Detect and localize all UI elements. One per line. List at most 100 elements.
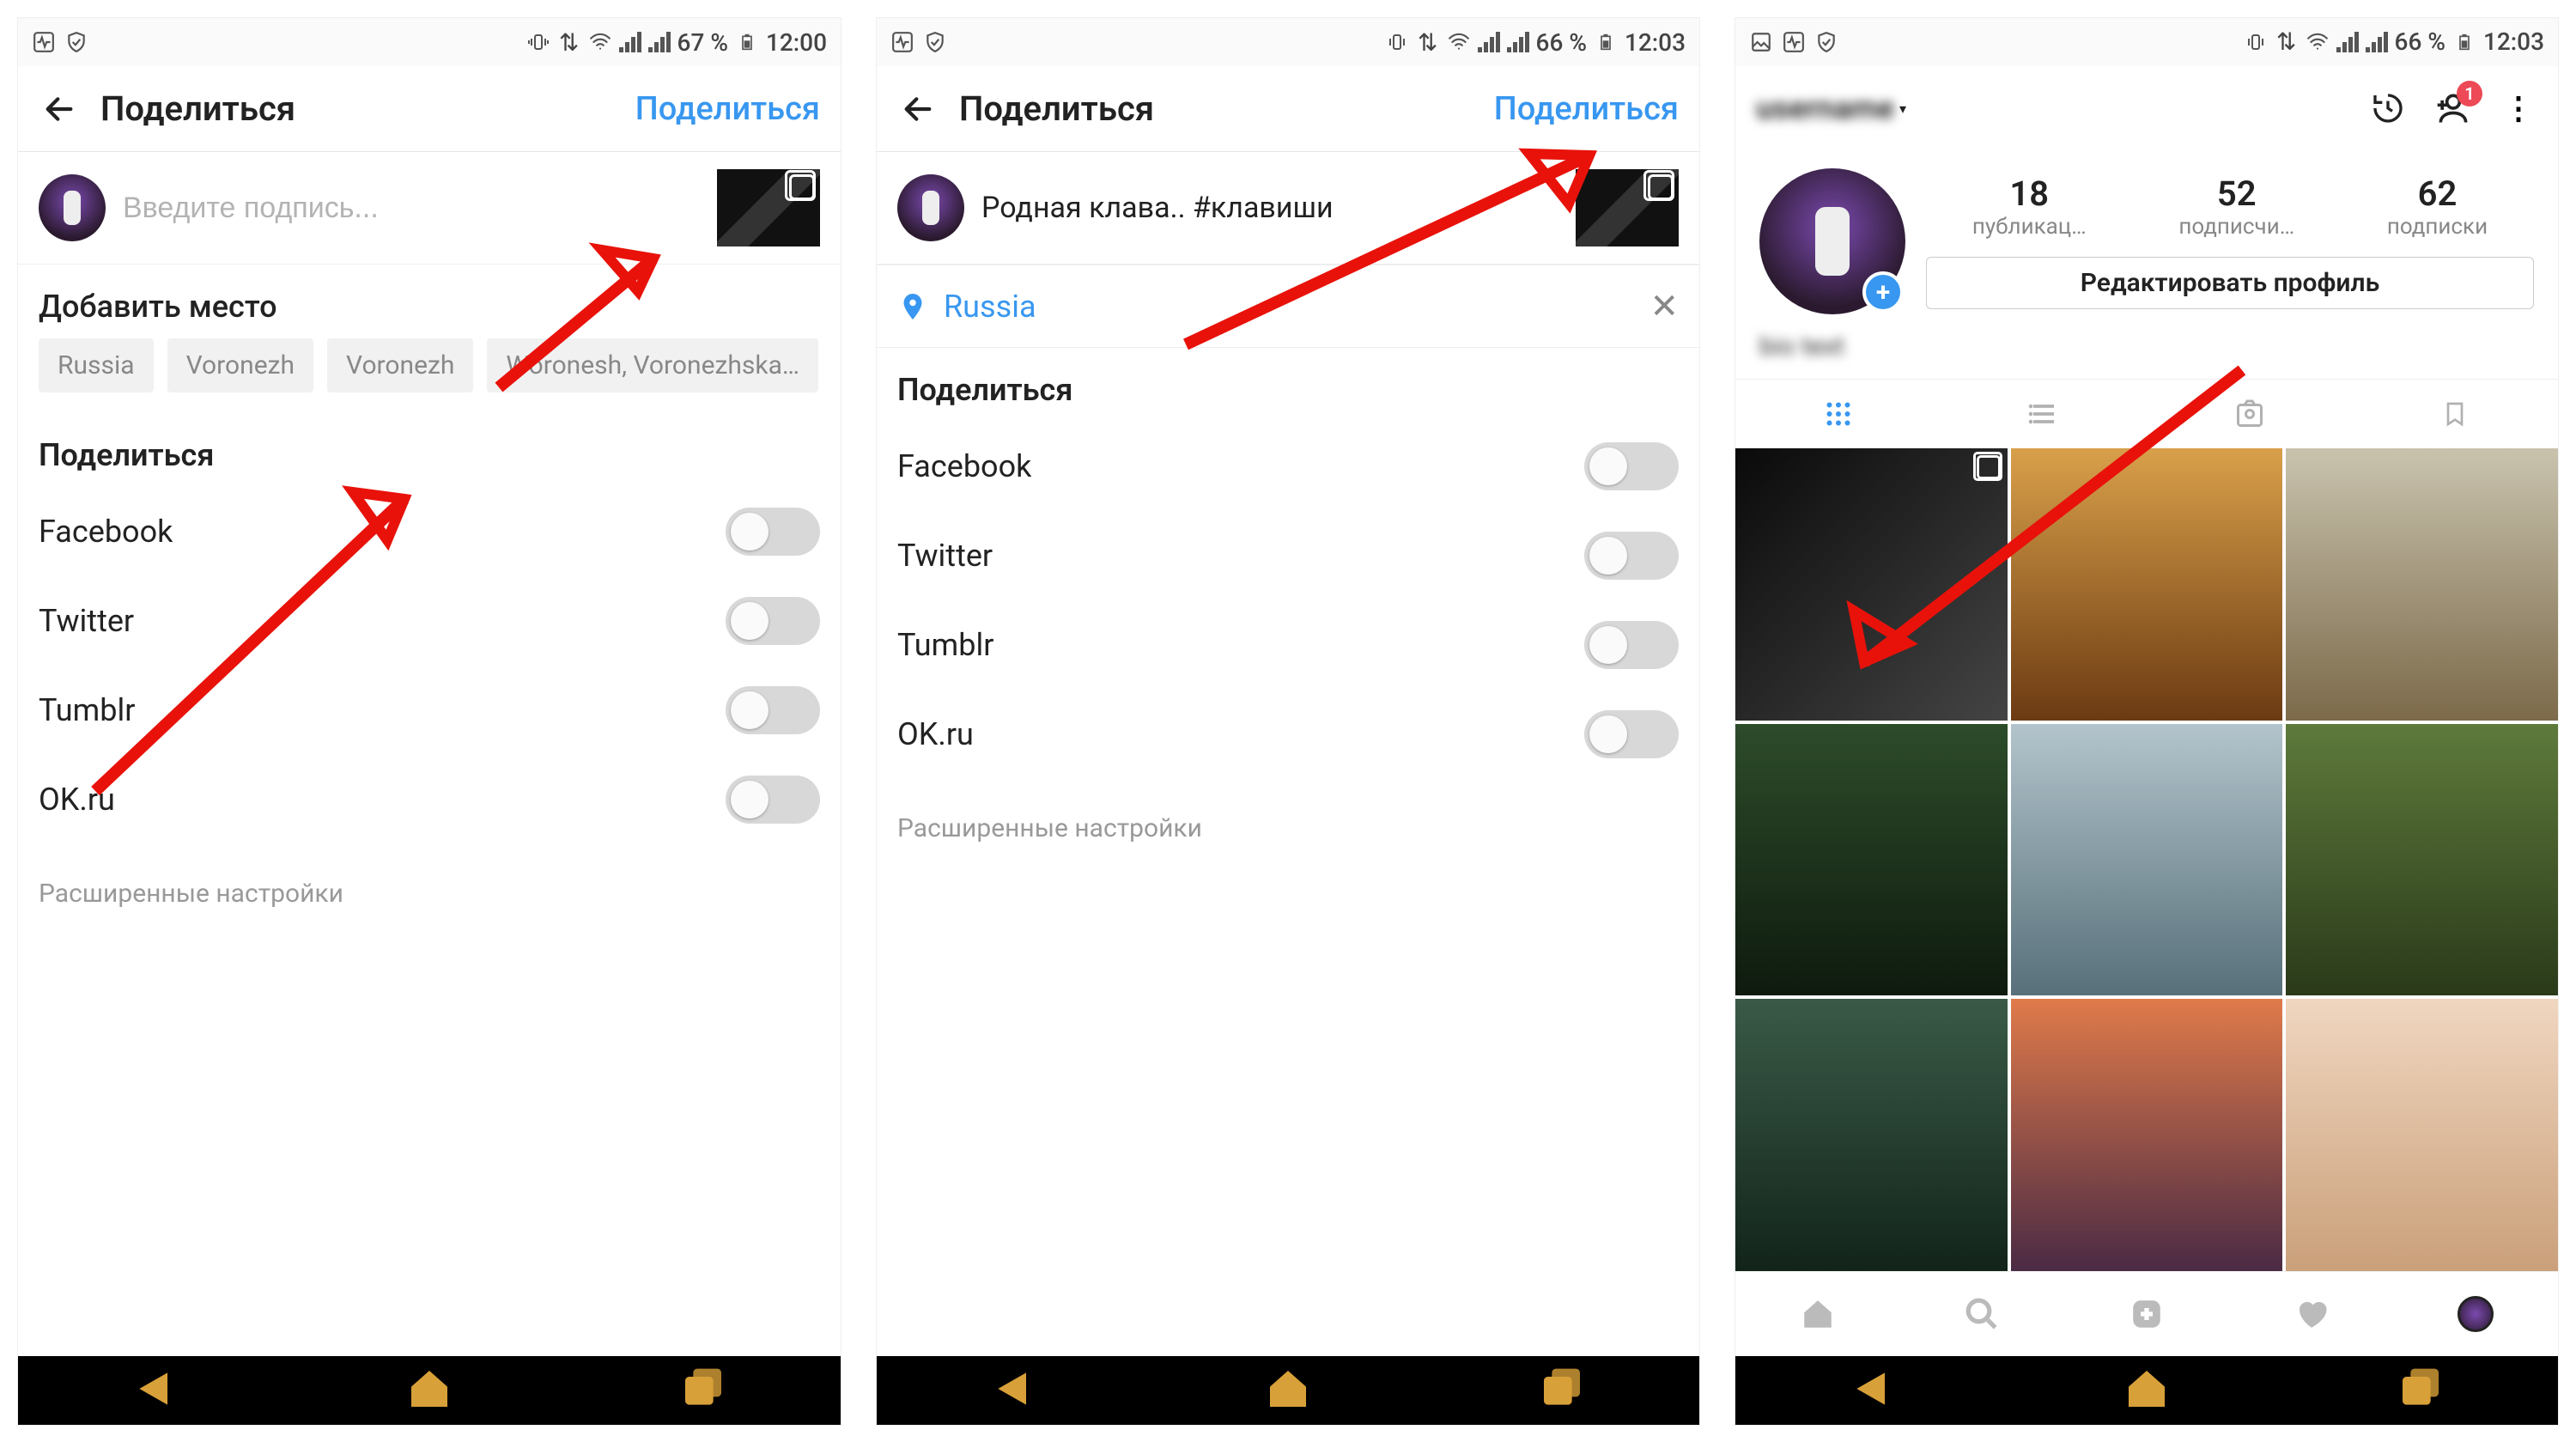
post-cell[interactable] [1735,448,2008,721]
tab-grid[interactable] [1735,380,1941,448]
system-nav [877,1356,1699,1425]
share-heading: Поделиться [877,348,1699,422]
avatar[interactable] [897,174,964,241]
notification-badge: 1 [2457,81,2482,106]
advanced-settings-link[interactable]: Расширенные настройки [18,844,841,943]
toggle-okru[interactable] [726,776,820,824]
share-label: Twitter [39,603,134,639]
caption-input[interactable] [123,192,700,225]
add-location-button[interactable]: Добавить место [18,265,841,338]
nav-home[interactable] [1797,1293,1838,1335]
share-heading: Поделиться [18,413,841,487]
status-bar: ⇅ 67 % 12:00 [18,18,841,66]
share-action-button[interactable]: Поделиться [635,90,820,128]
username-button[interactable]: username [1756,90,1894,126]
caption-row [18,152,841,265]
nav-activity[interactable] [2291,1293,2332,1335]
vibrate-icon [2244,30,2268,54]
shield-icon [64,30,88,54]
sys-recents-button[interactable] [679,1365,727,1416]
archive-button[interactable] [2369,89,2407,127]
chevron-down-icon[interactable]: ▾ [1899,100,1906,117]
battery-pct: 66 % [2395,27,2445,56]
share-label: Tumblr [39,692,135,728]
toggle-facebook[interactable] [726,508,820,556]
chip-woronesh[interactable]: Woronesh, Voronezhska… [487,338,818,392]
back-button[interactable] [897,88,939,130]
image-icon [1749,30,1773,54]
sys-home-button[interactable] [1264,1365,1312,1416]
nav-search[interactable] [1961,1293,2002,1335]
nav-add[interactable] [2126,1293,2167,1335]
post-cell[interactable] [1735,724,2008,996]
sys-back-button[interactable] [131,1365,179,1416]
clock: 12:00 [766,28,827,57]
toggle-okru[interactable] [1584,710,1679,758]
chip-russia[interactable]: Russia [39,338,154,392]
toggle-tumblr[interactable] [726,686,820,734]
posts-grid [1735,448,2558,1271]
tab-tagged[interactable] [2147,380,2353,448]
profile-header: username ▾ 1 ⋮ [1735,66,2558,151]
share-label: Facebook [39,514,173,550]
chip-voronezh[interactable]: Voronezh [167,338,313,392]
location-suggestions: Russia Voronezh Voronezh Woronesh, Voron… [18,338,841,413]
share-action-button[interactable]: Поделиться [1494,90,1679,128]
post-thumbnail[interactable] [717,169,820,246]
post-cell[interactable] [2286,999,2558,1271]
vibrate-icon [1385,30,1409,54]
shield-icon [923,30,947,54]
avatar[interactable] [39,174,106,241]
screen-1-share-empty: ⇅ 67 % 12:00 Поделиться Поделиться Добав… [17,17,841,1426]
multi-photo-icon [1648,174,1674,200]
toggle-tumblr[interactable] [1584,621,1679,669]
post-cell[interactable] [2286,448,2558,721]
profile-avatar[interactable]: + [1759,168,1905,314]
menu-button[interactable]: ⋮ [2500,89,2537,127]
clear-location-button[interactable]: ✕ [1649,286,1679,326]
page-title: Поделиться [959,88,1154,129]
post-cell[interactable] [2011,724,2283,996]
sys-back-button[interactable] [990,1365,1038,1416]
nav-profile[interactable] [2455,1293,2496,1335]
location-row[interactable]: Russia ✕ [877,265,1699,348]
caption-text[interactable]: Родная клава.. #клавиши [981,191,1558,225]
wifi-icon [1447,30,1471,54]
arrows-icon: ⇅ [1416,30,1440,54]
following-count[interactable]: 62 подписки [2387,173,2488,240]
share-twitter: Twitter [877,511,1699,600]
share-label: OK.ru [897,716,974,752]
signal-icon-2 [2366,32,2388,52]
pulse-icon [1782,30,1806,54]
tab-saved[interactable] [2353,380,2559,448]
bio-text: bio text [1735,332,2558,379]
advanced-settings-link[interactable]: Расширенные настройки [877,779,1699,878]
back-button[interactable] [39,88,80,130]
toggle-twitter[interactable] [726,597,820,645]
edit-profile-button[interactable]: Редактировать профиль [1926,257,2534,309]
app-header: Поделиться Поделиться [877,66,1699,152]
sys-recents-button[interactable] [2397,1365,2445,1416]
followers-count[interactable]: 52 подписчи… [2178,173,2294,240]
system-nav [1735,1356,2558,1425]
signal-icon [1478,32,1500,52]
post-thumbnail[interactable] [1576,169,1679,246]
share-label: Facebook [897,448,1031,484]
sys-back-button[interactable] [1849,1365,1897,1416]
toggle-twitter[interactable] [1584,532,1679,580]
posts-count[interactable]: 18 публикац… [1972,173,2087,240]
post-cell[interactable] [2011,448,2283,721]
sys-home-button[interactable] [2123,1365,2171,1416]
post-cell[interactable] [2011,999,2283,1271]
add-story-icon[interactable]: + [1862,271,1904,313]
toggle-facebook[interactable] [1584,442,1679,490]
chip-voronezh-2[interactable]: Voronezh [327,338,473,392]
discover-people-button[interactable]: 1 [2434,89,2472,127]
battery-pct: 67 % [677,28,728,57]
post-cell[interactable] [2286,724,2558,996]
post-cell[interactable] [1735,999,2008,1271]
sys-recents-button[interactable] [1538,1365,1586,1416]
tab-list[interactable] [1941,380,2148,448]
battery-icon [1594,30,1618,54]
sys-home-button[interactable] [405,1365,453,1416]
